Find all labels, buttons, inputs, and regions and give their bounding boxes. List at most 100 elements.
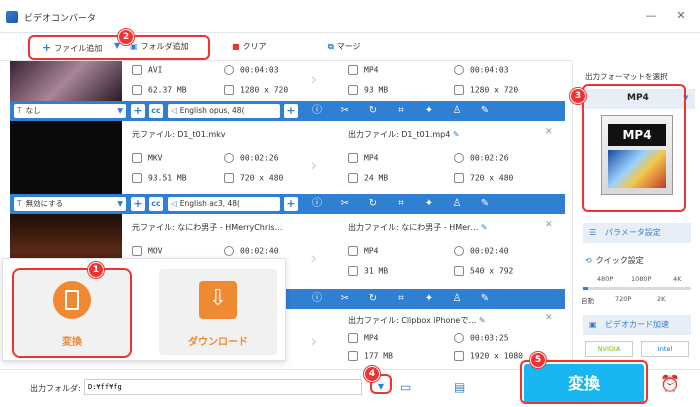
watermark-icon[interactable]: ♙: [450, 104, 464, 118]
info-icon[interactable]: ⓘ: [310, 104, 324, 118]
format-icon: [348, 246, 358, 256]
output-filename: 出力ファイル: なにわ男子 - HMer… ✎: [348, 223, 488, 232]
info-icon[interactable]: ⓘ: [310, 197, 324, 211]
size-icon: [348, 85, 358, 95]
merge-label: マージ: [336, 42, 361, 51]
crop-icon[interactable]: ⌗: [394, 104, 408, 118]
clock-icon: [454, 333, 464, 343]
format-icon: [132, 153, 142, 163]
remove-file-icon[interactable]: ✕: [545, 313, 553, 323]
subtitle-edit-icon[interactable]: ✎: [478, 104, 492, 118]
output-resolution: 720 x 480: [454, 173, 513, 183]
output-size: 24 MB: [348, 173, 388, 183]
highlight-box-convert: [12, 268, 132, 358]
add-subtitle-button[interactable]: +: [131, 197, 145, 211]
download-card-label: ダウンロード: [188, 337, 248, 348]
open-folder-icon[interactable]: ▤: [454, 380, 465, 394]
edit-name-icon[interactable]: ✎: [453, 130, 460, 139]
rotate-icon[interactable]: ↻: [366, 104, 380, 118]
rotate-icon[interactable]: ↻: [366, 292, 380, 306]
resolution-icon: [454, 173, 464, 183]
watermark-icon[interactable]: ♙: [450, 292, 464, 306]
audio-select[interactable]: ◁ English ac3, 48(: [168, 197, 280, 211]
output-folder-input[interactable]: [84, 379, 362, 395]
merge-button[interactable]: ⧉ マージ: [328, 41, 361, 52]
browse-folder-icon[interactable]: ▭: [400, 380, 411, 394]
rotate-icon[interactable]: ↻: [366, 197, 380, 211]
info-icon[interactable]: ⓘ: [310, 292, 324, 306]
alarm-clock-icon[interactable]: ⏰: [660, 374, 680, 393]
cut-icon[interactable]: ✂: [338, 197, 352, 211]
quality-label-480p: 480P: [597, 275, 614, 283]
output-duration: 00:04:03: [454, 65, 509, 75]
add-audio-button[interactable]: +: [284, 104, 298, 118]
subtitle-edit-icon[interactable]: ✎: [478, 197, 492, 211]
effect-wand-icon[interactable]: ✦: [422, 197, 436, 211]
window-title: ビデオコンバータ: [24, 14, 97, 24]
format-icon: [132, 246, 142, 256]
crop-icon[interactable]: ⌗: [394, 197, 408, 211]
audio-select[interactable]: ◁ English opus, 48(: [168, 104, 280, 118]
subtitle-cc-button[interactable]: cc: [149, 197, 163, 211]
download-card[interactable]: ⇩ ダウンロード: [159, 269, 277, 355]
effect-wand-icon[interactable]: ✦: [422, 292, 436, 306]
parameter-settings-button[interactable]: ☰ パラメータ設定: [583, 223, 691, 243]
size-icon: [132, 85, 142, 95]
gpu-chip-icon: ▣: [589, 320, 597, 329]
resolution-icon: [454, 351, 464, 361]
step-badge-3: 3: [570, 88, 586, 104]
effect-wand-icon[interactable]: ✦: [422, 104, 436, 118]
quality-label-auto: 自動: [581, 297, 594, 305]
quality-slider-fill: [583, 287, 589, 290]
edit-name-icon[interactable]: ✎: [481, 223, 488, 232]
file-toolbar: T 無効にする ▼ + cc ◁ English ac3, 48( + ⓘ ✂ ↻ ⌗…: [10, 194, 565, 214]
resolution-icon: [224, 85, 234, 95]
edit-name-icon[interactable]: ✎: [479, 316, 486, 325]
subtitle-edit-icon[interactable]: ✎: [478, 292, 492, 306]
output-folder-label: 出力フォルダ:: [30, 384, 81, 393]
arrow-right-icon: ›: [310, 331, 318, 352]
file-row[interactable]: AVI 00:04:03 62.37 MB 1280 x 720 › MP4 0…: [10, 61, 565, 101]
download-icon: ⇩: [199, 281, 237, 319]
quick-setting-label: ⟲ クイック設定: [585, 256, 644, 265]
subtitle-select[interactable]: T 無効にする ▼: [14, 197, 126, 211]
add-audio-button[interactable]: +: [284, 197, 298, 211]
gpu-acceleration-button[interactable]: ▣ ビデオカード加速: [583, 315, 691, 335]
cut-icon[interactable]: ✂: [338, 104, 352, 118]
remove-file-icon[interactable]: ✕: [545, 127, 553, 137]
close-window-button[interactable]: ✕: [670, 6, 692, 26]
source-duration: 00:02:40: [224, 246, 279, 256]
format-icon: [348, 333, 358, 343]
subtitle-cc-button[interactable]: cc: [149, 104, 163, 118]
clock-icon: [454, 246, 464, 256]
crop-icon[interactable]: ⌗: [394, 292, 408, 306]
minimize-button[interactable]: —: [640, 6, 662, 26]
add-subtitle-button[interactable]: +: [131, 104, 145, 118]
source-size: 93.51 MB: [132, 173, 187, 183]
clock-icon: [454, 65, 464, 75]
arrow-right-icon: ›: [310, 248, 318, 269]
output-format: MP4: [348, 65, 378, 75]
remove-file-icon[interactable]: ✕: [545, 220, 553, 230]
cut-icon[interactable]: ✂: [338, 292, 352, 306]
output-resolution: 540 x 792: [454, 266, 513, 276]
subtitle-select[interactable]: T なし ▼: [14, 104, 126, 118]
select-format-label: 出力フォーマットを選択: [585, 72, 668, 81]
source-resolution: 720 x 480: [224, 173, 283, 183]
output-format: MP4: [348, 333, 378, 343]
output-duration: 00:02:40: [454, 246, 509, 256]
resolution-icon: [454, 85, 464, 95]
file-row[interactable]: 元ファイル: D1_t01.mkv 出力ファイル: D1_t01.mp4 ✎ ✕…: [10, 121, 565, 194]
resolution-icon: [454, 266, 464, 276]
merge-icon: ⧉: [328, 42, 334, 51]
clear-button[interactable]: ■ クリア: [232, 41, 267, 52]
quick-setting-icon: ⟲: [585, 256, 592, 265]
output-resolution: 1280 x 720: [454, 85, 518, 95]
watermark-icon[interactable]: ♙: [450, 197, 464, 211]
output-size: 31 MB: [348, 266, 388, 276]
output-duration: 00:02:26: [454, 153, 509, 163]
source-format: MOV: [132, 246, 162, 256]
source-filename: 元ファイル: なにわ男子 - HMerryChris…: [132, 223, 283, 232]
video-thumbnail: [10, 121, 122, 194]
quality-slider[interactable]: [583, 287, 691, 290]
